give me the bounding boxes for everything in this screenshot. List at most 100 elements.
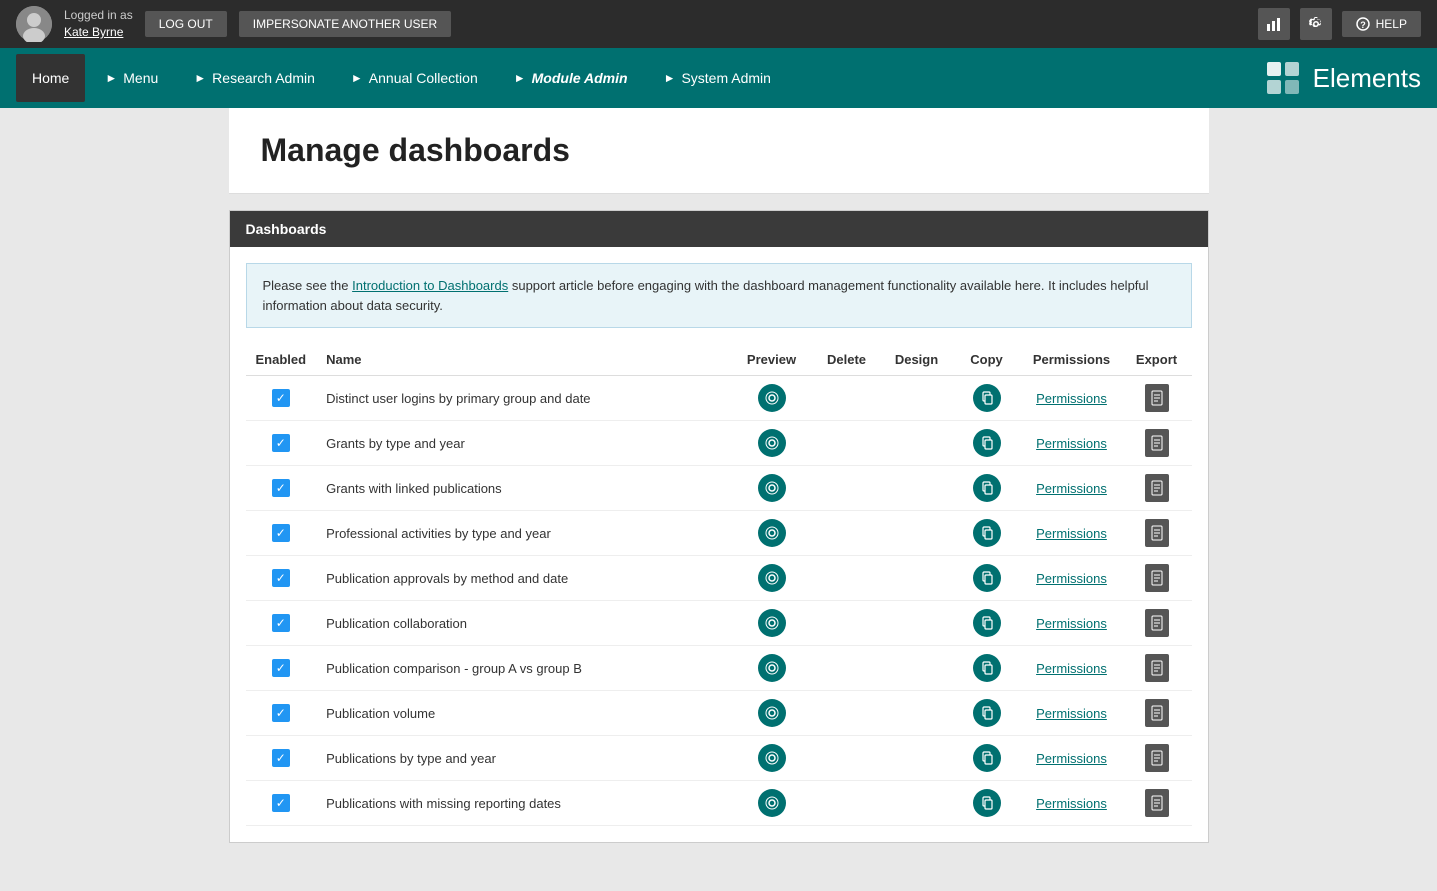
chart-icon-button[interactable] [1258,8,1290,40]
copy-icon[interactable] [973,789,1001,817]
checkbox-checked[interactable]: ✓ [272,569,290,587]
design-cell [882,421,952,466]
checkbox-checked[interactable]: ✓ [272,794,290,812]
delete-cell [812,511,882,556]
logo-text: Elements [1313,63,1421,94]
enabled-cell: ✓ [246,691,317,736]
preview-cell [732,511,812,556]
design-cell [882,376,952,421]
intro-link[interactable]: Introduction to Dashboards [352,278,508,293]
copy-icon[interactable] [973,609,1001,637]
checkbox-checked[interactable]: ✓ [272,749,290,767]
export-cell [1122,421,1192,466]
export-cell [1122,556,1192,601]
permissions-cell: Permissions [1022,736,1122,781]
copy-icon[interactable] [973,699,1001,727]
name-cell: Publication volume [316,691,731,736]
help-button[interactable]: ? HELP [1342,11,1421,37]
permissions-link[interactable]: Permissions [1036,751,1107,766]
preview-icon[interactable] [758,699,786,727]
nav-item-annual-collection[interactable]: ► Annual Collection [335,54,494,102]
permissions-link[interactable]: Permissions [1036,436,1107,451]
preview-icon[interactable] [758,654,786,682]
name-cell: Publication collaboration [316,601,731,646]
copy-icon[interactable] [973,429,1001,457]
name-cell: Grants with linked publications [316,466,731,511]
nav-research-admin-label: Research Admin [212,70,315,86]
delete-cell [812,781,882,826]
nav-home-label: Home [32,70,69,86]
preview-cell [732,736,812,781]
col-name: Name [316,344,731,376]
export-icon[interactable] [1145,609,1169,637]
copy-icon[interactable] [973,564,1001,592]
checkbox-checked[interactable]: ✓ [272,479,290,497]
table-row: ✓Publication approvals by method and dat… [246,556,1192,601]
permissions-link[interactable]: Permissions [1036,391,1107,406]
col-export: Export [1122,344,1192,376]
name-cell: Distinct user logins by primary group an… [316,376,731,421]
table-row: ✓Publication comparison - group A vs gro… [246,646,1192,691]
export-icon[interactable] [1145,789,1169,817]
settings-icon-button[interactable] [1300,8,1332,40]
export-icon[interactable] [1145,564,1169,592]
copy-icon[interactable] [973,654,1001,682]
permissions-link[interactable]: Permissions [1036,796,1107,811]
preview-icon[interactable] [758,564,786,592]
export-cell [1122,376,1192,421]
checkbox-checked[interactable]: ✓ [272,524,290,542]
permissions-link[interactable]: Permissions [1036,616,1107,631]
permissions-link[interactable]: Permissions [1036,706,1107,721]
export-icon[interactable] [1145,474,1169,502]
permissions-link[interactable]: Permissions [1036,481,1107,496]
nav-item-module-admin[interactable]: ► Module Admin [498,54,644,102]
impersonate-button[interactable]: IMPERSONATE ANOTHER USER [239,11,451,37]
username-link[interactable]: Kate Byrne [64,24,133,41]
copy-icon[interactable] [973,744,1001,772]
copy-cell [952,601,1022,646]
checkbox-checked[interactable]: ✓ [272,389,290,407]
export-icon[interactable] [1145,744,1169,772]
checkbox-checked[interactable]: ✓ [272,614,290,632]
preview-icon[interactable] [758,744,786,772]
preview-icon[interactable] [758,474,786,502]
chevron-icon: ► [514,71,526,85]
checkbox-checked[interactable]: ✓ [272,704,290,722]
copy-icon[interactable] [973,474,1001,502]
export-icon[interactable] [1145,654,1169,682]
preview-icon[interactable] [758,519,786,547]
nav-item-system-admin[interactable]: ► System Admin [648,54,787,102]
preview-icon[interactable] [758,429,786,457]
copy-cell [952,376,1022,421]
checkbox-checked[interactable]: ✓ [272,434,290,452]
chevron-icon: ► [664,71,676,85]
info-box: Please see the Introduction to Dashboard… [246,263,1192,328]
nav-system-admin-label: System Admin [681,70,770,86]
preview-icon[interactable] [758,384,786,412]
export-icon[interactable] [1145,699,1169,727]
permissions-link[interactable]: Permissions [1036,526,1107,541]
export-icon[interactable] [1145,384,1169,412]
content-wrapper: Manage dashboards Dashboards Please see … [229,108,1209,843]
name-cell: Professional activities by type and year [316,511,731,556]
table-header-row: Enabled Name Preview Delete Design Copy … [246,344,1192,376]
copy-icon[interactable] [973,519,1001,547]
copy-icon[interactable] [973,384,1001,412]
permissions-link[interactable]: Permissions [1036,661,1107,676]
copy-cell [952,736,1022,781]
col-copy: Copy [952,344,1022,376]
preview-icon[interactable] [758,789,786,817]
nav-item-research-admin[interactable]: ► Research Admin [178,54,331,102]
checkbox-checked[interactable]: ✓ [272,659,290,677]
chevron-icon: ► [351,71,363,85]
permissions-cell: Permissions [1022,781,1122,826]
enabled-cell: ✓ [246,376,317,421]
preview-icon[interactable] [758,609,786,637]
enabled-cell: ✓ [246,781,317,826]
nav-item-home[interactable]: Home [16,54,85,102]
logout-button[interactable]: LOG OUT [145,11,227,37]
nav-item-menu[interactable]: ► Menu [89,54,174,102]
permissions-link[interactable]: Permissions [1036,571,1107,586]
export-icon[interactable] [1145,519,1169,547]
export-icon[interactable] [1145,429,1169,457]
